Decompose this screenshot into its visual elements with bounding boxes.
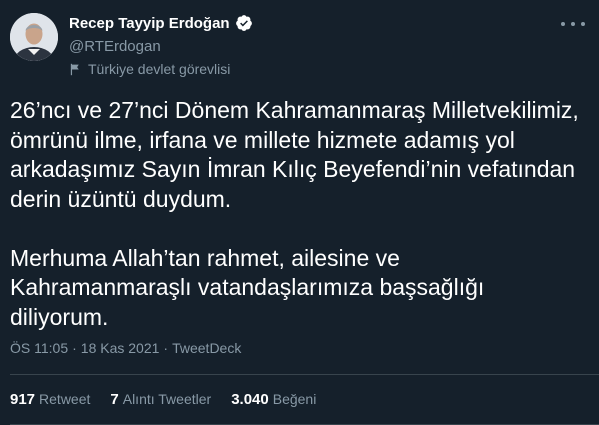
display-name[interactable]: Recep Tayyip Erdoğan — [69, 15, 230, 32]
more-dot — [571, 22, 575, 26]
verified-badge-icon — [235, 15, 252, 31]
avatar[interactable] — [10, 13, 58, 61]
tweet-stats: 917 Retweet 7 Alıntı Tweetler 3.040 Beğe… — [10, 391, 316, 408]
tweet-date[interactable]: 18 Kas 2021 — [81, 340, 160, 356]
likes-label: Beğeni — [272, 391, 317, 407]
quotes-label: Alıntı Tweetler — [122, 391, 212, 407]
user-handle[interactable]: @RTErdogan — [69, 38, 161, 55]
account-label-text: Türkiye devlet görevlisi — [88, 61, 231, 77]
divider — [10, 374, 599, 375]
tweet-paragraph-1: 26’ncı ve 27’nci Dönem Kahramanmaraş Mil… — [10, 97, 579, 212]
tweet-text: 26’ncı ve 27’nci Dönem Kahramanmaraş Mil… — [10, 96, 580, 332]
avatar-image — [10, 13, 58, 61]
retweets-count: 917 — [10, 391, 36, 408]
tweet-meta: ÖS 11:05 · 18 Kas 2021 · TweetDeck — [10, 340, 241, 356]
likes-count: 3.040 — [231, 391, 269, 408]
flag-icon — [70, 63, 79, 75]
retweets-label: Retweet — [39, 391, 91, 407]
name-row: Recep Tayyip Erdoğan — [69, 14, 253, 32]
likes-stat[interactable]: 3.040 Beğeni — [231, 391, 316, 408]
more-dot — [561, 22, 565, 26]
account-label: Türkiye devlet görevlisi — [69, 61, 230, 77]
more-options-icon[interactable] — [561, 14, 585, 34]
meta-separator: · — [72, 340, 77, 356]
tweet-time[interactable]: ÖS 11:05 — [10, 340, 68, 356]
more-dot — [581, 22, 585, 26]
retweets-stat[interactable]: 917 Retweet — [10, 391, 90, 408]
tweet-source[interactable]: TweetDeck — [172, 340, 241, 356]
tweet-card: Recep Tayyip Erdoğan @RTErdogan Türkiye … — [0, 0, 599, 425]
meta-separator: · — [163, 340, 169, 356]
quotes-stat[interactable]: 7 Alıntı Tweetler — [110, 391, 211, 408]
tweet-paragraph-2: Merhuma Allah’tan rahmet, ailesine ve Ka… — [10, 244, 485, 330]
quotes-count: 7 — [110, 391, 119, 408]
